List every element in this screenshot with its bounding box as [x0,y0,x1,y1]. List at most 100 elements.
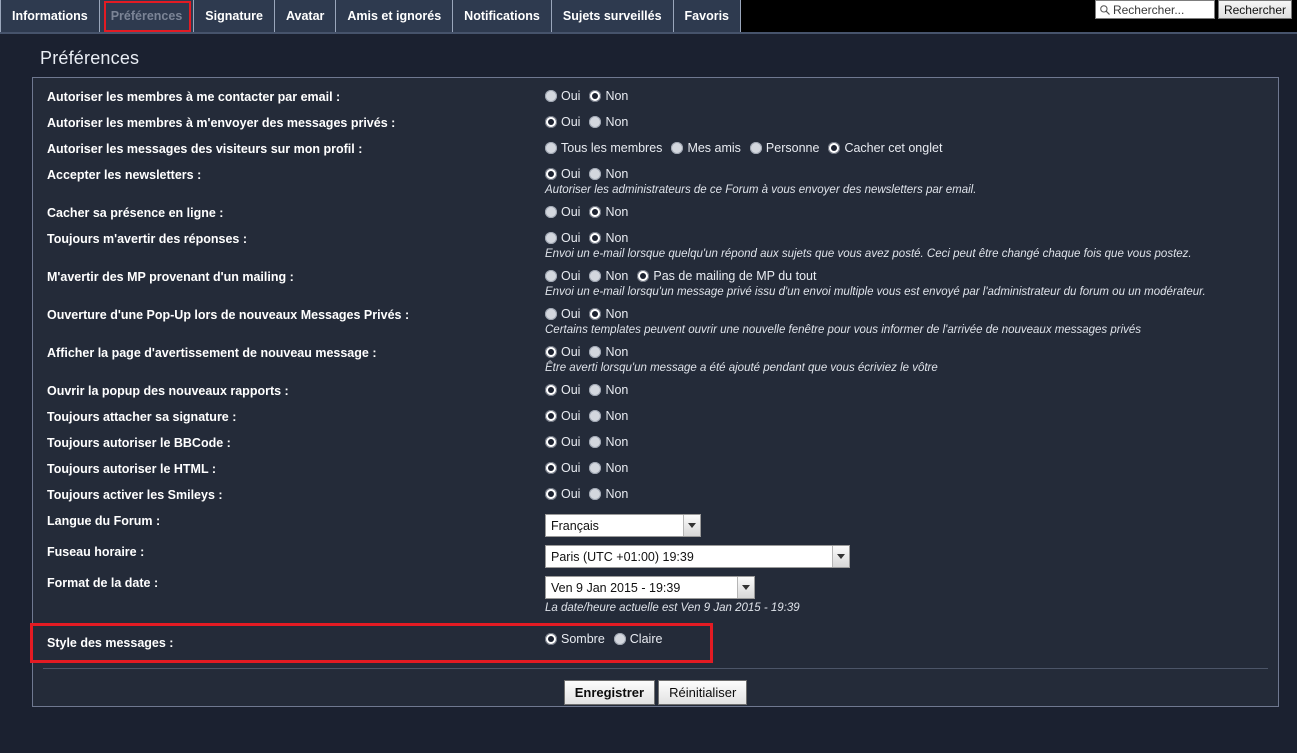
chevron-down-icon[interactable] [683,515,700,536]
radio-option[interactable]: Non [589,383,628,397]
radio-unselected-icon[interactable] [545,206,557,218]
chevron-down-icon[interactable] [832,546,849,567]
radio-unselected-icon[interactable] [589,436,602,448]
radio-option[interactable]: Non [589,89,628,103]
radio-option[interactable]: Oui [545,435,580,449]
preference-row: Fuseau horaire : Paris (UTC +01:00) 19:39 [33,539,1278,570]
radio-selected-icon[interactable] [545,168,557,180]
radio-selected-icon[interactable] [545,436,557,448]
style-des-messages-row: Style des messages : Sombre Claire [30,623,1278,663]
radio-option[interactable]: Tous les membres [545,141,662,155]
radio-option[interactable]: Oui [545,115,580,129]
radio-label: Claire [629,632,663,646]
chevron-down-icon[interactable] [737,577,754,598]
radio-selected-icon[interactable] [637,270,650,282]
radio-unselected-icon[interactable] [589,116,602,128]
dropdown-select[interactable]: Paris (UTC +01:00) 19:39 [545,545,850,568]
radio-unselected-icon[interactable] [589,270,602,282]
radio-unselected-icon[interactable] [589,168,602,180]
radio-option[interactable]: Oui [545,269,580,283]
radio-option[interactable]: Non [589,115,628,129]
preferences-selects: Langue du Forum : Français Fuseau horaire … [33,508,1278,618]
radio-selected-icon[interactable] [589,308,602,320]
radio-selected-icon[interactable] [545,384,557,396]
radio-option[interactable]: Non [589,231,628,245]
preference-value: Oui Non [545,458,1264,475]
dropdown-select[interactable]: Français [545,514,701,537]
dropdown-select[interactable]: Ven 9 Jan 2015 - 19:39 [545,576,755,599]
radio-option[interactable]: Oui [545,167,580,181]
reset-button[interactable]: Réinitialiser [658,680,748,705]
tab-avatar[interactable]: Avatar [274,0,337,32]
radio-selected-icon[interactable] [589,232,602,244]
radio-unselected-icon[interactable] [545,270,557,282]
radio-option[interactable]: Oui [545,487,580,501]
radio-option[interactable]: Oui [545,345,580,359]
radio-option[interactable]: Sombre [545,632,605,646]
radio-label: Non [605,167,629,181]
tab-informations[interactable]: Informations [0,0,100,32]
radio-option[interactable]: Non [589,269,628,283]
radio-unselected-icon[interactable] [749,142,762,154]
radio-selected-icon[interactable] [545,633,557,645]
radio-selected-icon[interactable] [828,142,841,154]
radio-option[interactable]: Pas de mailing de MP du tout [637,269,816,283]
radio-unselected-icon[interactable] [671,142,684,154]
radio-option[interactable]: Mes amis [671,141,741,155]
radio-selected-icon[interactable] [545,488,557,500]
radio-option[interactable]: Cacher cet onglet [828,141,942,155]
radio-option[interactable]: Non [589,435,628,449]
radio-option[interactable]: Non [589,461,628,475]
radio-selected-icon[interactable] [545,116,557,128]
radio-unselected-icon[interactable] [589,462,602,474]
preference-value: Oui Non Envoi un e-mail lorsque quelqu'un … [545,228,1264,262]
radio-unselected-icon[interactable] [545,308,557,320]
radio-selected-icon[interactable] [545,346,557,358]
radio-unselected-icon[interactable] [589,488,602,500]
radio-label: Oui [561,307,581,321]
radio-option[interactable]: Claire [613,632,663,646]
tab-pr-f-rences[interactable]: Préférences [99,0,195,32]
save-button[interactable]: Enregistrer [563,680,656,705]
radio-option[interactable]: Non [589,307,628,321]
radio-option[interactable]: Non [589,205,628,219]
radio-option[interactable]: Non [589,409,628,423]
radio-option[interactable]: Oui [545,461,580,475]
radio-option[interactable]: Oui [545,409,580,423]
radio-selected-icon[interactable] [545,410,557,422]
radio-option[interactable]: Oui [545,205,580,219]
radio-group: Oui Non [545,167,1264,181]
tab-amis-et-ignor-s[interactable]: Amis et ignorés [336,0,454,32]
radio-option[interactable]: Non [589,345,628,359]
radio-selected-icon[interactable] [589,206,602,218]
radio-option[interactable]: Personne [749,141,819,155]
radio-option[interactable]: Oui [545,383,580,397]
radio-selected-icon[interactable] [589,90,602,102]
radio-label: Oui [561,231,581,245]
radio-unselected-icon[interactable] [589,410,602,422]
search-input[interactable]: Rechercher... [1094,0,1215,19]
radio-unselected-icon[interactable] [589,346,602,358]
preference-label: Ouvrir la popup des nouveaux rapports : [47,384,289,398]
search-button[interactable]: Rechercher [1217,0,1292,19]
radio-option[interactable]: Non [589,167,628,181]
radio-unselected-icon[interactable] [589,384,602,396]
tab-signature[interactable]: Signature [194,0,275,32]
radio-option[interactable]: Oui [545,89,580,103]
radio-option[interactable]: Oui [545,307,580,321]
radio-group: Oui Non [545,231,1264,245]
radio-unselected-icon[interactable] [613,633,626,645]
radio-selected-icon[interactable] [545,462,557,474]
tab-notifications[interactable]: Notifications [453,0,552,32]
radio-group: Oui Non [545,345,1264,359]
radio-unselected-icon[interactable] [545,90,557,102]
tab-favoris[interactable]: Favoris [673,0,742,32]
radio-option[interactable]: Oui [545,231,580,245]
preference-row: Toujours autoriser le BBCode : Oui Non [33,430,1278,456]
radio-option[interactable]: Non [589,487,628,501]
tab-sujets-surveill-s[interactable]: Sujets surveillés [551,0,674,32]
radio-unselected-icon[interactable] [545,142,557,154]
radio-unselected-icon[interactable] [545,232,557,244]
preference-hint: Envoi un e-mail lorsqu'un message privé … [545,286,1206,298]
radio-label: Tous les membres [561,141,663,155]
